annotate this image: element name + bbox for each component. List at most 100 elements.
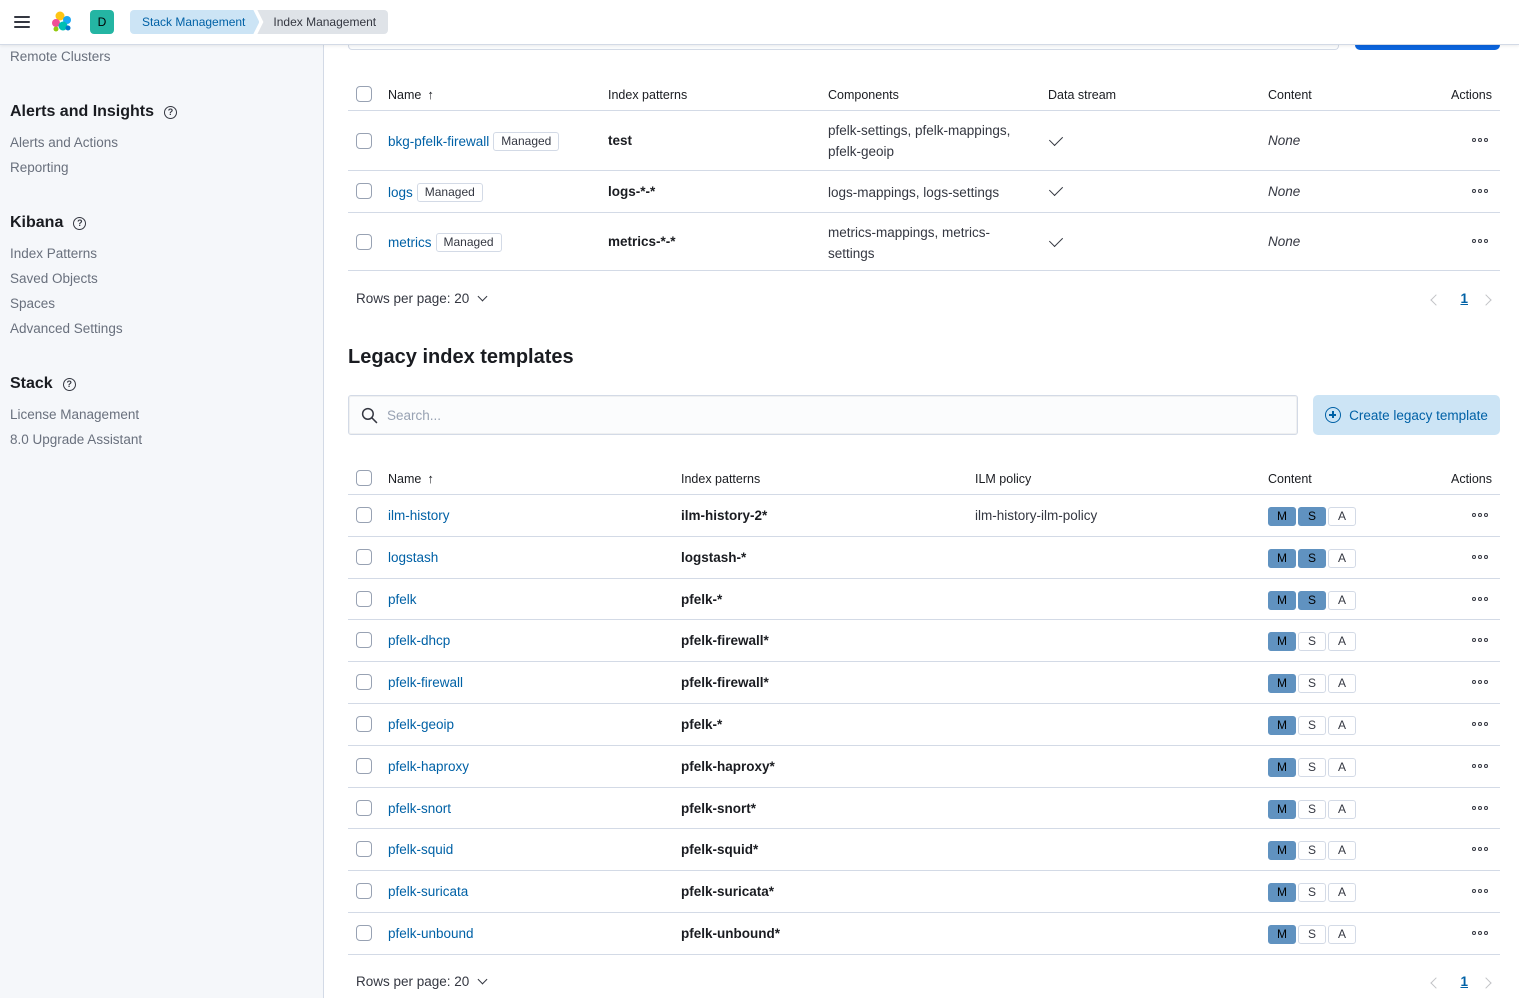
template-name-link[interactable]: pfelk-firewall — [388, 675, 463, 690]
components: pfelk-settings, pfelk-mappings, pfelk-geo… — [828, 123, 1011, 159]
breadcrumb-stack-management[interactable]: Stack Management — [130, 10, 259, 34]
row-checkbox[interactable] — [356, 183, 372, 199]
check-icon — [1048, 131, 1064, 147]
actions-menu-icon[interactable] — [1472, 847, 1488, 852]
column-name[interactable]: Name ↑ — [388, 87, 434, 102]
column-name[interactable]: Name ↑ — [388, 471, 434, 486]
rows-per-page-button[interactable]: Rows per page: 20 — [356, 974, 488, 989]
actions-menu-icon[interactable] — [1472, 638, 1488, 643]
template-name-link[interactable]: metrics — [388, 235, 432, 250]
template-name-link[interactable]: bkg-pfelk-firewall — [388, 134, 489, 149]
chevron-left-icon[interactable] — [1430, 294, 1442, 306]
space-avatar[interactable]: D — [90, 10, 114, 34]
content-badges: MSA — [1268, 883, 1356, 903]
elastic-logo-icon[interactable] — [50, 10, 74, 34]
actions-menu-icon[interactable] — [1472, 554, 1488, 559]
row-checkbox[interactable] — [356, 716, 372, 732]
rows-per-page-button[interactable]: Rows per page: 20 — [356, 291, 488, 306]
sidebar-item-upgrade-assistant[interactable]: 8.0 Upgrade Assistant — [10, 432, 142, 447]
row-checkbox[interactable] — [356, 234, 372, 250]
template-name-link[interactable]: ilm-history — [388, 508, 450, 523]
template-name-link[interactable]: pfelk — [388, 592, 417, 607]
row-checkbox[interactable] — [356, 590, 372, 607]
template-name-link[interactable]: pfelk-dhcp — [388, 633, 450, 648]
sidebar-item-index-patterns[interactable]: Index Patterns — [10, 246, 97, 261]
index-pattern: pfelk-haproxy* — [681, 758, 775, 774]
help-icon[interactable]: ? — [164, 105, 178, 119]
index-pattern: pfelk-firewall* — [681, 633, 769, 649]
table-row: pfelk-geoip pfelk-* M S A — [348, 704, 1500, 746]
template-name-link[interactable]: pfelk-geoip — [388, 717, 454, 732]
sidebar-section-kibana: Kibana ? — [10, 214, 87, 232]
table-header: Name ↑ Index patterns ILM policy Content … — [348, 467, 1500, 495]
sidebar-item-reporting[interactable]: Reporting — [10, 160, 69, 175]
actions-menu-icon[interactable] — [1472, 138, 1488, 142]
sidebar-item-license-management[interactable]: License Management — [10, 407, 139, 422]
page-number[interactable]: 1 — [1460, 974, 1468, 989]
template-name-link[interactable]: pfelk-unbound — [388, 926, 474, 941]
actions-menu-icon[interactable] — [1472, 513, 1488, 517]
aliases-badge: A — [1328, 757, 1356, 777]
row-checkbox[interactable] — [356, 799, 372, 816]
table-row: pfelk-snort pfelk-snort* M S A — [348, 788, 1500, 830]
chevron-right-icon[interactable] — [1480, 977, 1492, 989]
template-name-link[interactable]: pfelk-squid — [388, 842, 453, 857]
select-all-checkbox[interactable] — [356, 470, 372, 486]
row-checkbox[interactable] — [356, 841, 372, 858]
template-name-link[interactable]: pfelk-snort — [388, 801, 451, 816]
row-checkbox[interactable] — [356, 925, 372, 941]
row-checkbox[interactable] — [356, 632, 372, 649]
column-content: Content — [1268, 472, 1312, 486]
template-name-link[interactable]: pfelk-suricata — [388, 884, 468, 899]
row-checkbox[interactable] — [356, 674, 372, 691]
aliases-badge: A — [1328, 841, 1356, 861]
index-pattern: pfelk-firewall* — [681, 675, 769, 691]
chevron-down-icon — [477, 291, 488, 302]
column-data-stream: Data stream — [1048, 88, 1117, 102]
chevron-right-icon[interactable] — [1480, 294, 1492, 306]
mappings-badge: M — [1268, 674, 1296, 694]
aliases-badge: A — [1328, 799, 1356, 819]
template-name-link[interactable]: logstash — [388, 550, 438, 565]
actions-menu-icon[interactable] — [1472, 596, 1488, 601]
help-icon[interactable]: ? — [73, 216, 87, 230]
sidebar-item-alerts-actions[interactable]: Alerts and Actions — [10, 135, 118, 150]
actions-menu-icon[interactable] — [1472, 189, 1488, 193]
aliases-badge: A — [1328, 925, 1356, 944]
page-number[interactable]: 1 — [1460, 291, 1468, 306]
content-badges: MSA — [1268, 757, 1356, 777]
sidebar-item-spaces[interactable]: Spaces — [10, 296, 55, 311]
actions-menu-icon[interactable] — [1472, 763, 1488, 768]
actions-menu-icon[interactable] — [1472, 889, 1488, 894]
create-legacy-template-button[interactable]: Create legacy template — [1313, 395, 1500, 435]
search-input[interactable] — [387, 396, 1287, 434]
table-row: pfelk-squid pfelk-squid* M S A — [348, 829, 1500, 872]
chevron-left-icon[interactable] — [1430, 977, 1442, 989]
menu-icon[interactable] — [12, 12, 32, 32]
sidebar-item-remote-clusters[interactable]: Remote Clusters — [10, 49, 111, 64]
ilm-policy: ilm-history-ilm-policy — [975, 508, 1098, 523]
row-checkbox[interactable] — [356, 133, 372, 149]
actions-menu-icon[interactable] — [1472, 722, 1488, 726]
search-icon — [361, 407, 378, 424]
actions-menu-icon[interactable] — [1472, 680, 1488, 685]
pagination: Rows per page: 20 1 — [348, 291, 1500, 315]
template-name-link[interactable]: logs — [388, 185, 413, 200]
settings-badge: S — [1298, 841, 1326, 861]
row-checkbox[interactable] — [356, 757, 372, 774]
help-icon[interactable]: ? — [62, 377, 76, 391]
select-all-checkbox[interactable] — [356, 86, 372, 102]
table-header: Name ↑ Index patterns Components Data str… — [348, 83, 1500, 111]
content-badges: MSA — [1268, 632, 1356, 652]
legacy-templates-title: Legacy index templates — [348, 346, 574, 368]
row-checkbox[interactable] — [356, 548, 372, 565]
legacy-search-box[interactable] — [348, 395, 1298, 435]
template-name-link[interactable]: pfelk-haproxy — [388, 759, 469, 774]
actions-menu-icon[interactable] — [1472, 239, 1488, 243]
actions-menu-icon[interactable] — [1472, 931, 1488, 935]
row-checkbox[interactable] — [356, 507, 372, 523]
sidebar-item-saved-objects[interactable]: Saved Objects — [10, 271, 98, 286]
sidebar-item-advanced-settings[interactable]: Advanced Settings — [10, 321, 123, 336]
actions-menu-icon[interactable] — [1472, 805, 1488, 810]
row-checkbox[interactable] — [356, 883, 372, 900]
